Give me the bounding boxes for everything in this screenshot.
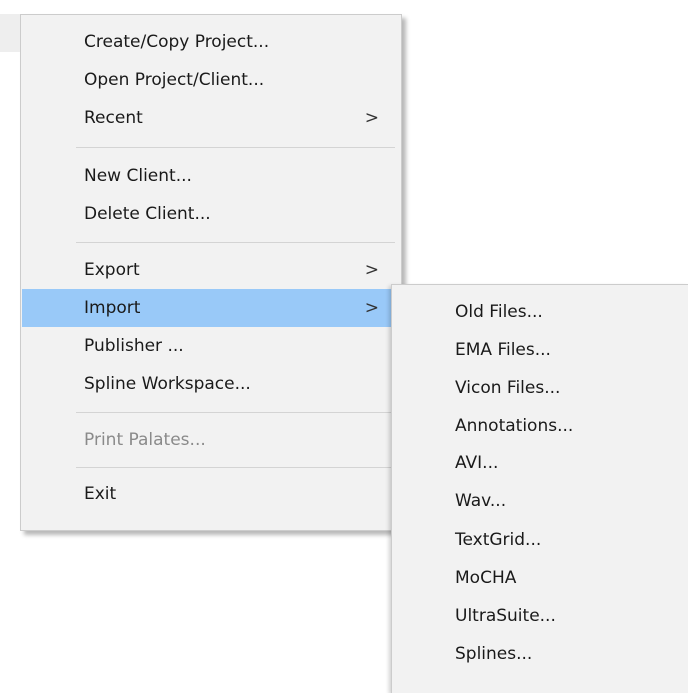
- menu-item-label: Recent: [84, 108, 143, 128]
- menu-item-import[interactable]: Import >: [22, 289, 400, 327]
- menu-item-label: Exit: [84, 484, 117, 504]
- menu-item-label: EMA Files...: [455, 340, 551, 360]
- menu-separator: [76, 242, 395, 243]
- menu-item-label: Vicon Files...: [455, 378, 561, 398]
- menu-item-publisher[interactable]: Publisher ...: [21, 327, 401, 365]
- menu-item-open-project-client[interactable]: Open Project/Client...: [21, 61, 401, 99]
- menu-item-label: Print Palates...: [84, 430, 206, 450]
- chevron-right-icon: >: [364, 298, 379, 318]
- submenu-item-mocha[interactable]: MoCHA: [392, 559, 688, 597]
- menu-item-label: Publisher ...: [84, 336, 184, 356]
- menu-item-label: New Client...: [84, 166, 192, 186]
- submenu-item-old-files[interactable]: Old Files...: [392, 293, 688, 331]
- submenu-item-textgrid[interactable]: TextGrid...: [392, 521, 688, 559]
- menu-item-label: Open Project/Client...: [84, 70, 265, 90]
- menu-item-spline-workspace[interactable]: Spline Workspace...: [21, 365, 401, 403]
- submenu-item-wav[interactable]: Wav...: [392, 482, 688, 520]
- menu-separator: [76, 412, 395, 413]
- menu-item-label: TextGrid...: [455, 530, 542, 550]
- menu-item-label: Spline Workspace...: [84, 374, 251, 394]
- menu-item-label: AVI...: [455, 453, 499, 473]
- submenu-item-splines[interactable]: Splines...: [392, 635, 688, 673]
- menu-item-recent[interactable]: Recent >: [21, 99, 401, 137]
- menu-item-label: MoCHA: [455, 568, 517, 588]
- menu-separator: [76, 467, 395, 468]
- menu-bar-strip: [0, 14, 20, 52]
- menu-item-label: Annotations...: [455, 416, 574, 436]
- menu-separator: [76, 147, 395, 148]
- menu-item-export[interactable]: Export >: [21, 251, 401, 289]
- file-menu: Create/Copy Project... Open Project/Clie…: [20, 14, 402, 531]
- menu-item-create-copy-project[interactable]: Create/Copy Project...: [21, 23, 401, 61]
- import-submenu: Old Files... EMA Files... Vicon Files...…: [391, 284, 688, 693]
- menu-item-label: Delete Client...: [84, 204, 211, 224]
- menu-item-label: Wav...: [455, 491, 507, 511]
- chevron-right-icon: >: [364, 260, 379, 280]
- menu-item-label: UltraSuite...: [455, 606, 556, 626]
- menu-item-label: Import: [84, 298, 141, 318]
- chevron-right-icon: >: [364, 108, 379, 128]
- menu-item-new-client[interactable]: New Client...: [21, 157, 401, 195]
- menu-item-exit[interactable]: Exit: [21, 475, 401, 513]
- menu-item-print-palates: Print Palates...: [21, 421, 401, 459]
- submenu-item-annotations[interactable]: Annotations...: [392, 407, 688, 445]
- menu-item-label: Splines...: [455, 644, 533, 664]
- submenu-item-avi[interactable]: AVI...: [392, 444, 688, 482]
- submenu-item-vicon-files[interactable]: Vicon Files...: [392, 369, 688, 407]
- menu-item-delete-client[interactable]: Delete Client...: [21, 195, 401, 233]
- menu-item-label: Create/Copy Project...: [84, 32, 270, 52]
- submenu-item-ema-files[interactable]: EMA Files...: [392, 331, 688, 369]
- menu-item-label: Old Files...: [455, 302, 543, 322]
- submenu-item-ultrasuite[interactable]: UltraSuite...: [392, 597, 688, 635]
- menu-item-label: Export: [84, 260, 140, 280]
